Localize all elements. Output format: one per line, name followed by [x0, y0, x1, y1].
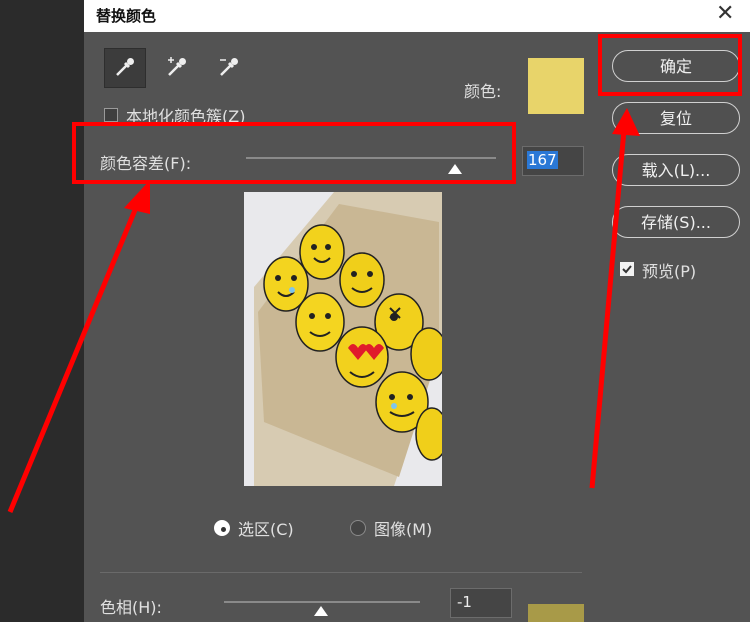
arrow-to-fuzziness [7, 197, 143, 513]
annotation-arrows [7, 108, 640, 513]
arrow-to-ok [589, 129, 627, 489]
arrowhead-ok [612, 108, 640, 136]
arrowhead-fuzziness [124, 180, 150, 214]
